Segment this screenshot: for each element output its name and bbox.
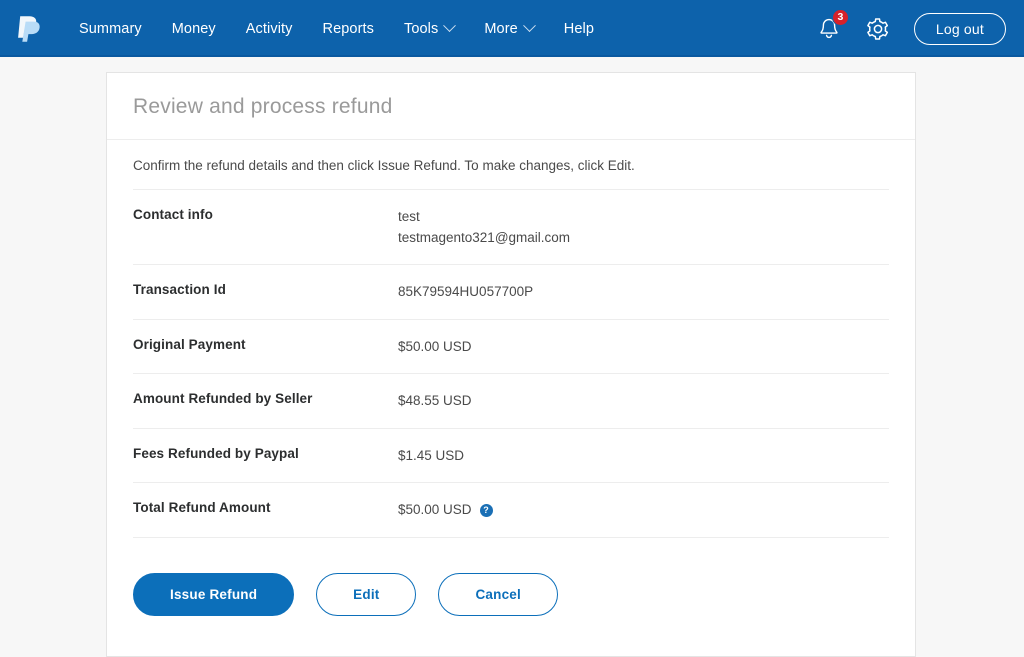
- detail-row-contact-info: Contact info test testmagento321@gmail.c…: [133, 190, 889, 266]
- nav-item-activity[interactable]: Activity: [231, 13, 308, 45]
- nav-item-label: More: [484, 20, 518, 37]
- row-label: Fees Refunded by Paypal: [133, 445, 299, 461]
- nav-item-more[interactable]: More: [469, 13, 548, 45]
- help-icon[interactable]: ?: [479, 503, 493, 517]
- page-content: Review and process refund Confirm the re…: [0, 57, 1024, 657]
- cancel-button[interactable]: Cancel: [438, 572, 558, 616]
- row-value: 85K79594HU057700P: [398, 284, 534, 300]
- detail-row-fees-refunded-by-paypal: Fees Refunded by Paypal $1.45 USD: [133, 429, 889, 484]
- instruction-text: Confirm the refund details and then clic…: [133, 140, 889, 190]
- nav-item-reports[interactable]: Reports: [308, 13, 389, 45]
- detail-row-original-payment: Original Payment $50.00 USD: [133, 320, 889, 375]
- page-title: Review and process refund: [107, 73, 915, 140]
- paypal-logo-icon[interactable]: [10, 10, 48, 48]
- total-refund-value: $50.00 USD: [398, 502, 472, 518]
- contact-name: test: [398, 209, 420, 224]
- header-actions: 3 Log out: [816, 8, 1006, 45]
- nav-item-label: Summary: [79, 20, 142, 37]
- main-nav: Summary Money Activity Reports Tools Mor…: [64, 13, 816, 45]
- card-body: Confirm the refund details and then clic…: [107, 140, 915, 656]
- nav-item-label: Activity: [245, 20, 293, 37]
- nav-item-label: Reports: [322, 20, 374, 37]
- nav-item-label: Tools: [404, 20, 439, 37]
- gear-icon: [867, 17, 888, 40]
- detail-row-total-refund-amount: Total Refund Amount $50.00 USD ?: [133, 483, 889, 538]
- row-label: Contact info: [133, 207, 213, 222]
- detail-row-transaction-id: Transaction Id 85K79594HU057700P: [133, 265, 889, 320]
- action-buttons: Issue Refund Edit Cancel: [133, 538, 889, 656]
- notifications-button[interactable]: 3: [816, 8, 849, 44]
- nav-item-summary[interactable]: Summary: [64, 13, 157, 45]
- row-value: $50.00 USD: [398, 338, 472, 354]
- row-value: $50.00 USD ?: [398, 500, 493, 521]
- row-label: Original Payment: [133, 336, 246, 352]
- row-label: Amount Refunded by Seller: [133, 391, 313, 407]
- nav-item-money[interactable]: Money: [157, 13, 231, 45]
- contact-email: testmagento321@gmail.com: [398, 229, 571, 245]
- row-value: $1.45 USD: [398, 447, 465, 463]
- nav-item-tools[interactable]: Tools: [389, 13, 469, 45]
- edit-button[interactable]: Edit: [316, 572, 417, 616]
- row-label: Transaction Id: [133, 282, 226, 298]
- chevron-down-icon: [443, 19, 457, 33]
- detail-row-amount-refunded-by-seller: Amount Refunded by Seller $48.55 USD: [133, 374, 889, 429]
- nav-item-help[interactable]: Help: [549, 13, 609, 45]
- logout-button[interactable]: Log out: [913, 12, 1006, 45]
- chevron-down-icon: [522, 19, 536, 33]
- nav-item-label: Help: [563, 20, 595, 37]
- issue-refund-button[interactable]: Issue Refund: [133, 572, 295, 616]
- row-value: test testmagento321@gmail.com: [398, 207, 570, 248]
- top-navigation-bar: Summary Money Activity Reports Tools Mor…: [0, 0, 1024, 57]
- settings-button[interactable]: [864, 15, 892, 43]
- row-label: Total Refund Amount: [133, 500, 271, 516]
- nav-item-label: Money: [171, 20, 216, 37]
- refund-review-card: Review and process refund Confirm the re…: [106, 72, 916, 657]
- row-value: $48.55 USD: [398, 393, 472, 409]
- notification-count-badge: 3: [831, 8, 849, 26]
